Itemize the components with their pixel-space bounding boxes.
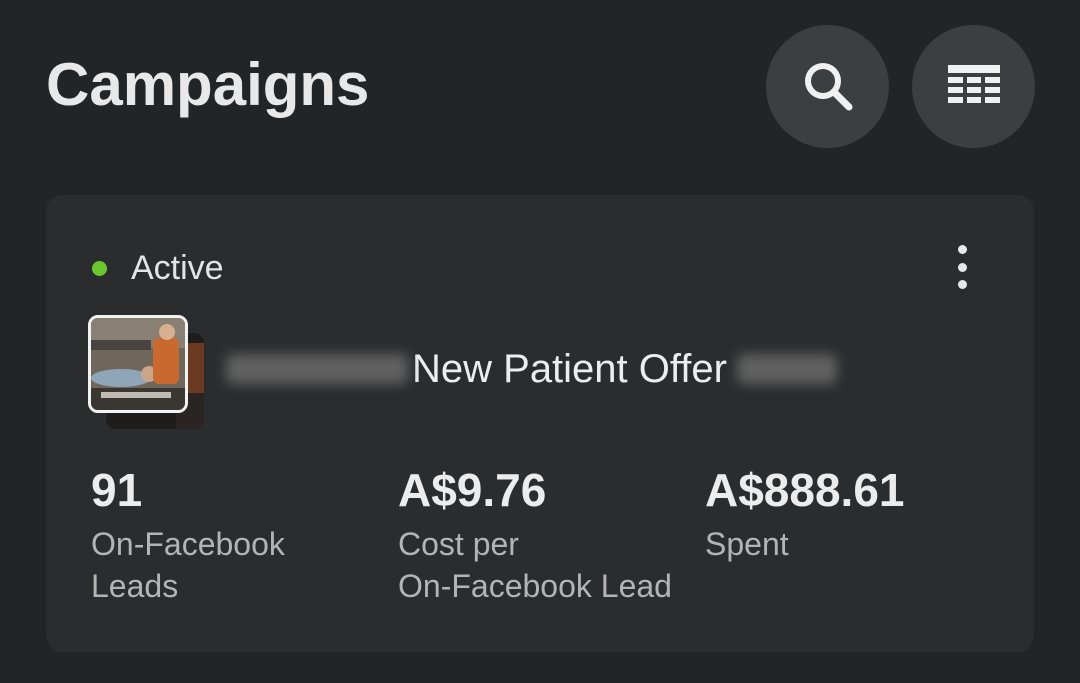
thumbnail-image bbox=[88, 315, 188, 413]
campaign-name[interactable]: New Patient Offer bbox=[226, 345, 837, 393]
more-vertical-icon bbox=[957, 245, 967, 254]
redacted-text bbox=[226, 354, 408, 384]
metric-value: A$9.76 bbox=[398, 464, 547, 516]
metric-spent: A$888.61 Spent bbox=[705, 463, 1005, 565]
search-button[interactable] bbox=[766, 25, 889, 148]
table-view-icon bbox=[947, 64, 1000, 103]
table-view-button[interactable] bbox=[912, 25, 1035, 148]
metric-leads: 91 On-Facebook Leads bbox=[91, 463, 371, 607]
campaign-name-text: New Patient Offer bbox=[412, 347, 727, 391]
status-label: Active bbox=[131, 249, 224, 287]
status-dot bbox=[92, 261, 107, 276]
metric-value: 91 bbox=[91, 464, 143, 516]
metric-value: A$888.61 bbox=[705, 464, 905, 516]
metric-label: Spent bbox=[705, 526, 789, 562]
more-options-button[interactable] bbox=[941, 245, 983, 289]
metric-label: On-Facebook Leads bbox=[91, 526, 285, 604]
campaigns-screen: Campaigns Active New Patient Offer 91 On… bbox=[0, 0, 1080, 683]
metric-label: Cost per On-Facebook Lead bbox=[398, 526, 672, 604]
metric-cost-per-lead: A$9.76 Cost per On-Facebook Lead bbox=[398, 463, 698, 607]
search-icon bbox=[804, 62, 852, 110]
campaign-thumbnail bbox=[88, 315, 206, 430]
campaign-card[interactable]: Active New Patient Offer 91 On-Facebook … bbox=[46, 195, 1034, 652]
page-title: Campaigns bbox=[46, 51, 370, 118]
redacted-text bbox=[736, 354, 837, 384]
